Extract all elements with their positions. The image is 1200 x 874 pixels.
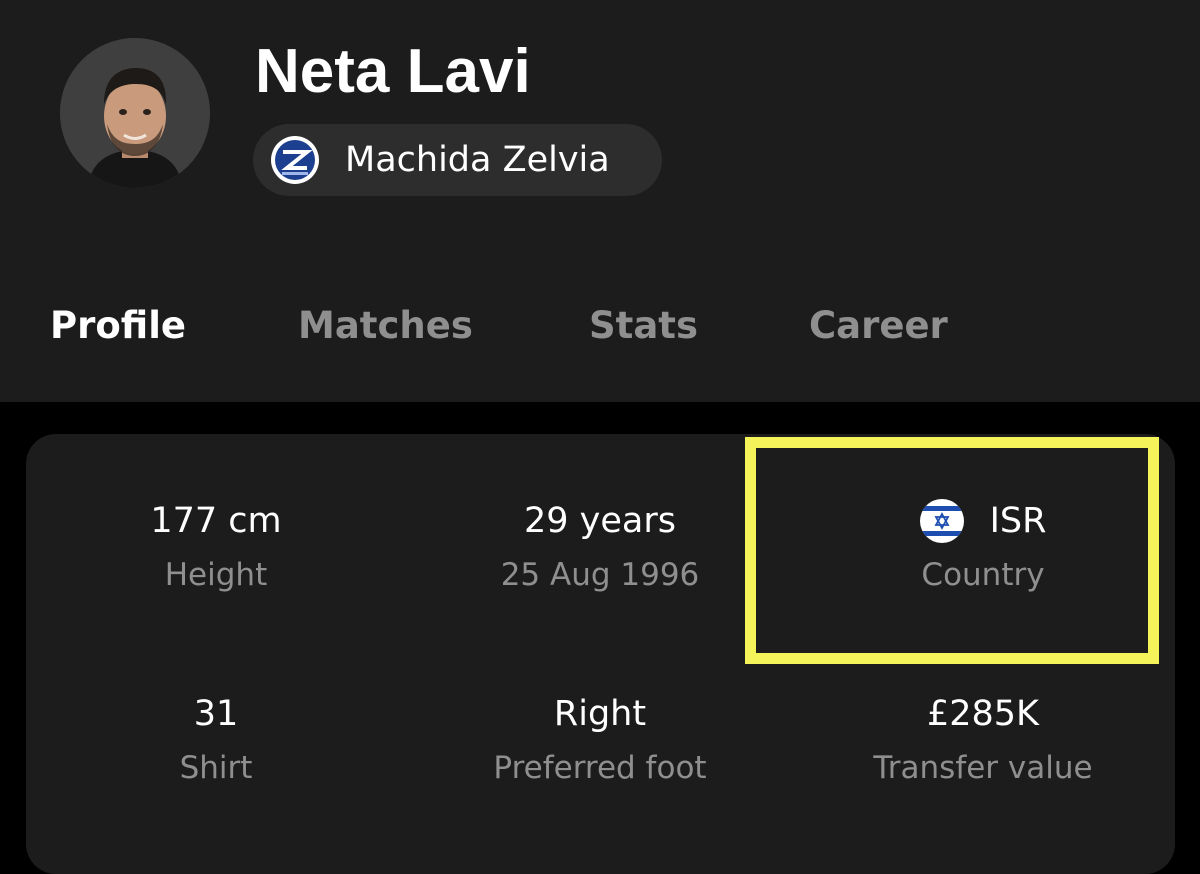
stat-height: 177 cm Height bbox=[26, 499, 406, 593]
player-header: Neta Lavi Machida Zelvia Profile Matches… bbox=[0, 0, 1200, 402]
foot-label: Preferred foot bbox=[493, 750, 707, 786]
country-code: ISR bbox=[989, 501, 1047, 541]
transfer-label: Transfer value bbox=[873, 750, 1093, 786]
country-value-row: ISR bbox=[793, 499, 1173, 543]
shirt-value: 31 bbox=[193, 694, 239, 734]
tab-stats[interactable]: Stats bbox=[589, 304, 698, 347]
foot-value: Right bbox=[553, 694, 647, 734]
team-name: Machida Zelvia bbox=[345, 140, 610, 180]
height-value: 177 cm bbox=[150, 501, 282, 541]
stat-shirt: 31 Shirt bbox=[26, 692, 406, 786]
age-value: 29 years bbox=[524, 501, 676, 541]
team-chip[interactable]: Machida Zelvia bbox=[253, 124, 662, 196]
player-avatar bbox=[60, 38, 210, 188]
club-crest-icon bbox=[270, 135, 320, 185]
stat-transfer-value: £285K Transfer value bbox=[793, 692, 1173, 786]
stat-country[interactable]: ISR Country bbox=[793, 499, 1173, 593]
tab-profile[interactable]: Profile bbox=[50, 304, 186, 347]
tab-career[interactable]: Career bbox=[809, 304, 948, 347]
player-portrait-icon bbox=[60, 38, 210, 188]
stat-foot: Right Preferred foot bbox=[410, 692, 790, 786]
tab-matches[interactable]: Matches bbox=[298, 304, 473, 347]
country-label: Country bbox=[921, 557, 1045, 593]
stat-age: 29 years 25 Aug 1996 bbox=[410, 499, 790, 593]
israel-flag-icon bbox=[919, 499, 964, 543]
height-label: Height bbox=[164, 557, 268, 593]
birth-date: 25 Aug 1996 bbox=[500, 557, 700, 593]
transfer-value: £285K bbox=[926, 694, 1040, 734]
player-name: Neta Lavi bbox=[255, 37, 531, 106]
shirt-label: Shirt bbox=[179, 750, 253, 786]
profile-stats-card: 177 cm Height 29 years 25 Aug 1996 ISR C… bbox=[26, 434, 1175, 874]
